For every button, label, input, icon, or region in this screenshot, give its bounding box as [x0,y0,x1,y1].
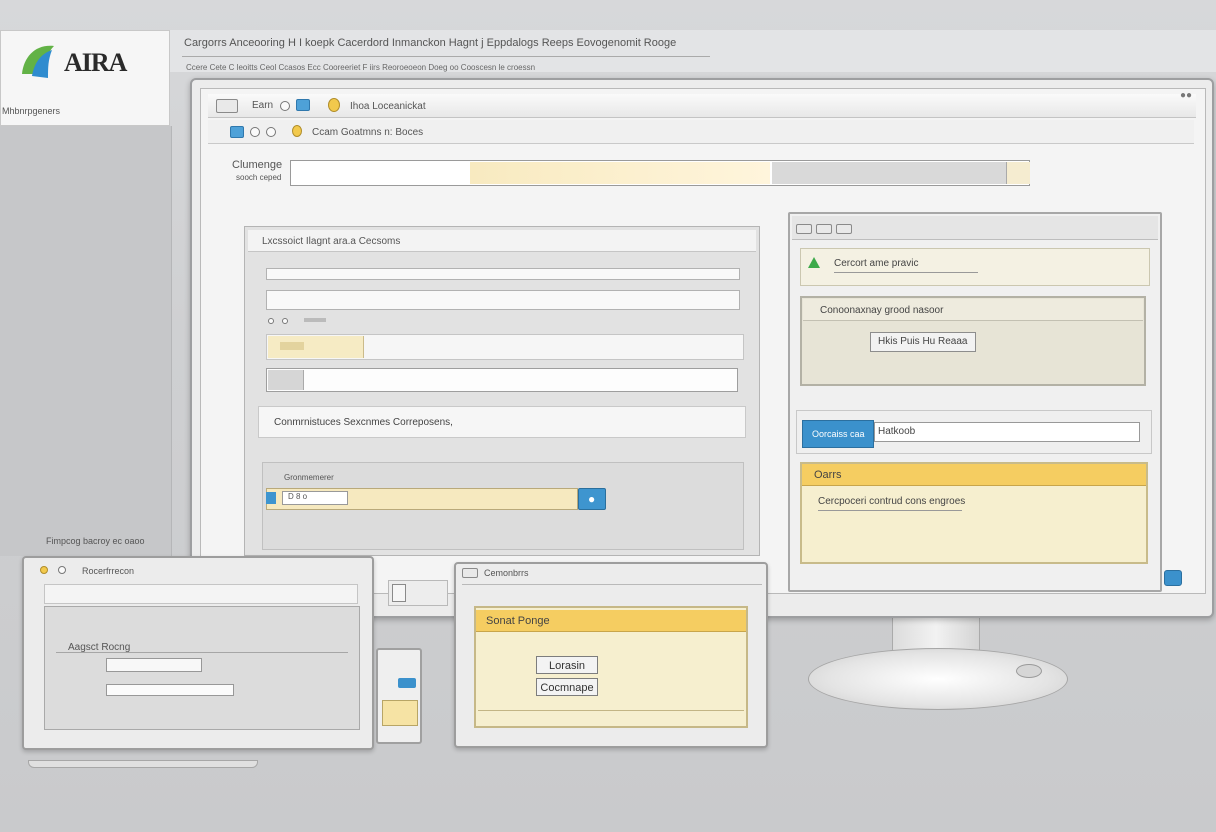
laptop-circle-icon[interactable] [58,566,66,574]
notice-text: Cercpoceri contrud cons engroes [818,496,966,507]
notice-underline [818,510,962,511]
monitor-stand-base [808,648,1068,710]
phone-blue-chip[interactable] [398,678,416,688]
toolbar-bulb-icon [292,125,302,137]
form-input-field[interactable] [266,368,738,392]
background-menu-row: Cargorrs Anceooring H I koepk Cacerdord … [184,37,677,49]
background-side-caption: Fimpcog bacroy ec oaoo [46,536,145,546]
bulb-icon [328,98,340,112]
background-sub-row: Ccere Cete C leoitts Ceol Ccasos Ecc Coo… [186,63,536,72]
background-sidebar [0,126,172,556]
radio-label-bar [304,318,326,322]
left-panel-title: Lxcssoict Ilagnt ara.a Cecsoms [262,236,401,247]
toolbar-circle-icon-2[interactable] [266,127,276,137]
alert-text: Cercort ame pravic [834,258,919,269]
laptop-content [44,606,360,730]
laptop-top-bar [44,584,358,604]
phone-yellow-card[interactable] [382,700,418,726]
form-field-1[interactable] [266,268,740,280]
text-input-value: Hatkoob [878,426,916,437]
tablet-window-title: Cemonbrrs [484,568,529,578]
form-input-button[interactable] [268,370,304,390]
monitor-power-knob[interactable] [1016,664,1042,678]
phone-device [376,648,422,744]
right-panel-tab-1[interactable] [796,224,812,234]
toolbar-title: Ccam Goatmns n: Boces [312,127,424,138]
laptop-status-icon [40,566,48,574]
sub-form-submit-icon: ● [588,492,596,506]
logo-text: AIRA [64,48,127,77]
notice-title: Oarrs [814,469,842,481]
search-sublabel: sooch ceped [236,173,282,182]
laptop-window-title: Rocerfrrecon [82,566,135,576]
logo-tagline: Mhbnrpgeners [2,106,61,116]
window-controls-icon[interactable]: ●● [1180,90,1192,101]
notice-header [802,464,1146,486]
radio-icon-2[interactable] [282,318,288,324]
laptop-field-label: Aagsct Rocng [68,642,131,653]
tablet-panel-footer-line [478,710,744,711]
right-panel-tab-2[interactable] [816,224,832,234]
sub-form-marker-icon [266,492,276,504]
background-divider [182,56,710,57]
info-box-button-label: Hkis Puis Hu Reaaa [878,336,968,347]
corner-action-button[interactable] [1164,570,1182,586]
sub-form-small-value: D 8 o [288,492,308,501]
form-field-2[interactable] [266,290,740,310]
laptop-input-1[interactable] [106,658,202,672]
search-submit-button[interactable] [1006,162,1030,184]
toolbar-blue-icon[interactable] [230,126,244,138]
aira-logo-icon [22,45,54,78]
search-progress-track [772,162,1006,184]
page-title: Ihoa Loceanickat [350,101,426,112]
tablet-divider [462,584,762,585]
tablet-panel-title: Sonat Ponge [486,615,550,627]
home-icon[interactable] [296,99,310,111]
radio-icon-1[interactable] [268,318,274,324]
back-button[interactable] [216,99,238,113]
tablet-button-1[interactable]: Lorasin [536,656,598,674]
tablet-button-2[interactable]: Cocmnape [536,678,598,696]
search-highlight [470,162,770,184]
search-label: Clumenge [232,159,283,171]
primary-action-label: Oorcaiss caa [812,429,865,439]
summary-text: Conmrnistuces Sexcnmes Correposens, [274,417,453,428]
toolbar-circle-icon[interactable] [250,127,260,137]
alert-underline [834,272,978,273]
mini-tab-button[interactable] [392,584,406,602]
refresh-icon[interactable] [280,101,290,111]
laptop-input-2[interactable] [106,684,234,696]
sub-form-label: Gronmemerer [284,473,334,482]
info-box-title: Conoonaxnay grood nasoor [820,305,944,316]
form-row-chip [280,342,304,350]
laptop-base [28,760,258,768]
tab-label[interactable]: Earn [252,100,273,111]
right-panel-tab-3[interactable] [836,224,852,234]
warning-icon [808,257,820,268]
tablet-tab-icon[interactable] [462,568,478,578]
